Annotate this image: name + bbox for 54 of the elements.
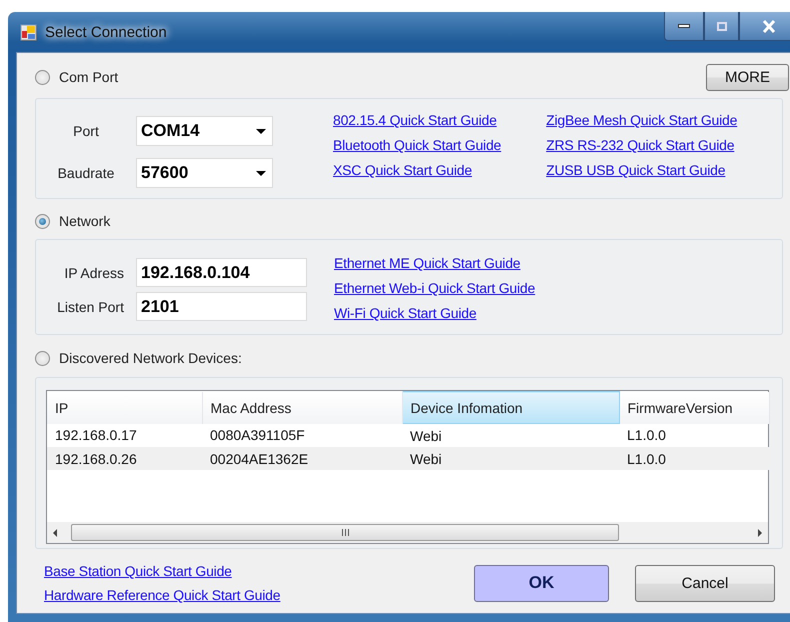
close-icon — [762, 20, 776, 32]
combo-box[interactable]: COM14 — [136, 116, 273, 146]
guide-link[interactable]: ZRS RS-232 Quick Start Guide — [546, 137, 738, 153]
column-header[interactable]: FirmwareVersion — [619, 392, 769, 424]
guide-link[interactable]: Base Station Quick Start Guide — [44, 563, 280, 579]
guide-link[interactable]: ZigBee Mesh Quick Start Guide — [546, 112, 738, 128]
window-title: Select Connection — [45, 24, 167, 40]
table-cell: 192.168.0.17 — [47, 424, 202, 447]
radio-label[interactable]: Network — [59, 213, 110, 229]
guide-link[interactable]: Ethernet Web-i Quick Start Guide — [334, 280, 536, 296]
scrollbar-thumb[interactable] — [71, 524, 619, 541]
combo-box[interactable]: 57600 — [136, 158, 273, 188]
table-cell: L1.0.0 — [619, 447, 769, 470]
column-header[interactable]: Device Infomation — [402, 392, 619, 424]
radio-label[interactable]: Discovered Network Devices: — [59, 350, 242, 366]
scroll-right-icon[interactable] — [758, 528, 762, 536]
guide-link[interactable]: Wi-Fi Quick Start Guide — [334, 305, 536, 321]
radio-button[interactable] — [35, 350, 50, 366]
table-cell: 192.168.0.26 — [47, 447, 202, 470]
table-cell: 00204AE1362E — [202, 447, 402, 470]
app-icon — [20, 24, 37, 40]
table-row[interactable]: 192.168.0.17 0080A391105F Webi L1.0.0 — [47, 424, 769, 447]
radio-button[interactable] — [35, 70, 50, 84]
radio-label[interactable]: Com Port — [59, 69, 118, 85]
table-cell: Webi — [402, 447, 619, 470]
field-label: IP Adress — [63, 264, 125, 280]
maximize-button[interactable] — [704, 12, 739, 41]
field-label: Baudrate — [56, 165, 116, 181]
guide-link[interactable]: Bluetooth Quick Start Guide — [333, 137, 502, 153]
guide-link[interactable]: ZUSB USB Quick Start Guide — [546, 162, 738, 178]
table-cell: L1.0.0 — [619, 424, 769, 447]
input-field[interactable]: 2101 — [136, 292, 307, 321]
scroll-left-icon[interactable] — [53, 528, 57, 536]
field-label: Listen Port — [56, 298, 125, 314]
cancel-button[interactable]: Cancel — [635, 564, 775, 602]
table-row[interactable]: 192.168.0.26 00204AE1362E Webi L1.0.0 — [47, 447, 769, 470]
column-header[interactable]: Mac Address — [202, 392, 402, 424]
input-field[interactable]: 192.168.0.104 — [136, 258, 307, 287]
close-button[interactable] — [739, 12, 790, 41]
dropdown-arrow-icon — [256, 170, 266, 176]
ok-button[interactable]: OK — [474, 564, 609, 602]
dropdown-arrow-icon — [256, 128, 266, 134]
guide-link[interactable]: Ethernet ME Quick Start Guide — [334, 255, 536, 271]
horizontal-scrollbar[interactable] — [47, 522, 768, 543]
field-label: Port — [72, 123, 100, 139]
table-cell: 0080A391105F — [202, 424, 402, 447]
radio-button[interactable] — [35, 214, 50, 228]
column-header[interactable]: IP — [47, 392, 202, 424]
table-cell: Webi — [402, 424, 619, 447]
guide-link[interactable]: Hardware Reference Quick Start Guide — [44, 587, 280, 603]
minimize-button[interactable] — [664, 12, 704, 41]
more-button[interactable]: MORE — [706, 64, 789, 90]
guide-link[interactable]: 802.15.4 Quick Start Guide — [333, 112, 502, 128]
guide-link[interactable]: XSC Quick Start Guide — [333, 162, 502, 178]
